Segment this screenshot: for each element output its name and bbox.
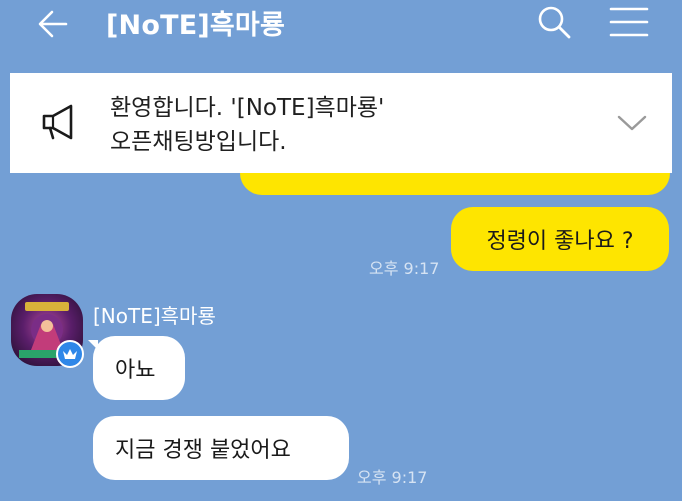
chevron-down-icon[interactable] — [616, 113, 648, 133]
chat-header: [NoTE]흑마룡 — [0, 0, 682, 52]
received-message-bubble[interactable]: 지금 경쟁 붙었어요 — [93, 416, 349, 480]
notice-banner[interactable]: 환영합니다. '[NoTE]흑마룡' 오픈채팅방입니다. — [10, 73, 672, 173]
received-message-bubble[interactable]: 아뇨 — [93, 336, 185, 400]
my-message-bubble[interactable]: 정령이 좋나요 ? — [451, 207, 669, 271]
notice-line-1: 환영합니다. '[NoTE]흑마룡' — [110, 95, 385, 121]
search-icon[interactable] — [536, 4, 572, 40]
menu-icon[interactable] — [608, 6, 650, 38]
notice-line-2: 오픈채팅방입니다. — [110, 129, 287, 155]
message-timestamp: 오후 9:17 — [357, 468, 428, 487]
megaphone-icon — [40, 101, 82, 143]
message-timestamp: 오후 9:17 — [369, 259, 440, 278]
sender-name: [NoTE]흑마룡 — [93, 304, 216, 328]
chat-room-title: [NoTE]흑마룡 — [106, 10, 286, 41]
back-arrow-icon[interactable] — [36, 7, 70, 41]
notice-text: 환영합니다. '[NoTE]흑마룡' 오픈채팅방입니다. — [110, 91, 384, 159]
crown-icon — [56, 340, 84, 368]
